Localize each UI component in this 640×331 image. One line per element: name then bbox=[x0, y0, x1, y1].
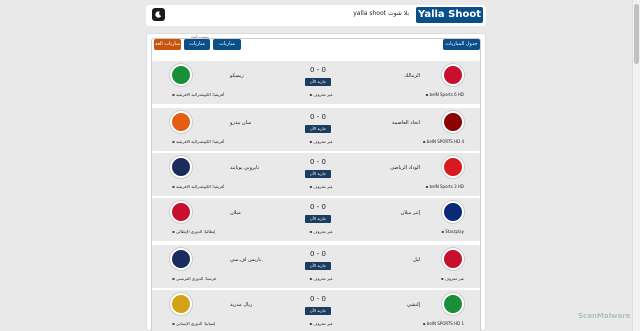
league-name: ▪ إيطاليا: الدوري الإيطالي bbox=[172, 229, 216, 234]
mic-icon: ▪ bbox=[309, 321, 313, 326]
trophy-icon: ▪ bbox=[172, 184, 175, 189]
scrollbar-thumb[interactable] bbox=[634, 4, 639, 64]
match-score: 0 - 0 bbox=[310, 66, 326, 74]
yesterday-matches-button[interactable]: مباريات الأمس bbox=[213, 39, 241, 58]
match-card[interactable]: زيسكو 0 - 0 جارية الآن الزمالك ▪ أفريقيا… bbox=[152, 61, 480, 104]
today-matches-button[interactable]: مباريات اليوم bbox=[184, 39, 210, 58]
league-name: ▪ أفريقيا: الكونفدرالية الافريقية bbox=[172, 139, 225, 144]
trophy-icon: ▪ bbox=[172, 276, 175, 281]
channel-name: ▪ beIN SPORTS HD 1 bbox=[422, 321, 464, 326]
match-status-badge: جارية الآن bbox=[305, 262, 331, 270]
league-name: ▪ أفريقيا: الكونفدرالية الافريقية bbox=[172, 184, 225, 189]
match-card[interactable]: ريال مدريد 0 - 0 جارية الآن إلتشي ▪ إسبا… bbox=[152, 290, 480, 331]
commentator-name: ▪ غير معروف bbox=[309, 92, 333, 97]
theme-toggle-button[interactable] bbox=[152, 8, 165, 21]
home-team-logo-icon bbox=[442, 201, 464, 223]
mic-icon: ▪ bbox=[309, 184, 313, 189]
match-card[interactable]: باريس اف.سي. 0 - 0 جارية الآن ليل ▪ فرنس… bbox=[152, 245, 480, 288]
channel-name: ▪ beIN Sports 6 HD bbox=[425, 92, 464, 97]
away-team-logo-icon bbox=[170, 248, 192, 270]
channel-name: ▪ غير معروف bbox=[440, 276, 464, 281]
match-card[interactable]: سان بيدرو 0 - 0 جارية الآن اتحاد العاصمة… bbox=[152, 108, 480, 151]
home-team-logo-icon bbox=[442, 111, 464, 133]
mic-icon: ▪ bbox=[309, 276, 313, 281]
commentator-name: ▪ غير معروف bbox=[309, 276, 333, 281]
mic-icon: ▪ bbox=[309, 229, 313, 234]
match-score: 0 - 0 bbox=[310, 295, 326, 303]
away-team-name: زيسكو bbox=[230, 73, 244, 79]
tv-icon: ▪ bbox=[425, 92, 429, 97]
trophy-icon: ▪ bbox=[172, 229, 175, 234]
channel-name: ▪ Starzplay bbox=[441, 229, 464, 234]
match-score: 0 - 0 bbox=[310, 203, 326, 211]
match-score: 0 - 0 bbox=[310, 158, 326, 166]
trophy-icon: ▪ bbox=[172, 139, 175, 144]
home-team-logo-icon bbox=[442, 156, 464, 178]
home-team-name: الوداد الرياضي bbox=[390, 165, 420, 171]
nav-link-yalla-shoot[interactable]: yalla shoot bbox=[353, 10, 386, 17]
tv-icon: ▪ bbox=[422, 139, 426, 144]
match-score: 0 - 0 bbox=[310, 250, 326, 258]
home-team-name: الزمالك bbox=[404, 73, 420, 79]
tv-icon: ▪ bbox=[441, 229, 444, 234]
nav-link-yala-shoot-ar[interactable]: بلا شوت bbox=[388, 10, 409, 17]
away-team-logo-icon bbox=[170, 111, 192, 133]
match-status-badge: جارية الآن bbox=[305, 78, 331, 86]
away-team-name: ميلان bbox=[230, 210, 241, 216]
away-team-name: نايروبي يونايتد bbox=[230, 165, 260, 171]
away-team-name: ريال مدريد bbox=[230, 302, 253, 308]
away-team-name: باريس اف.سي. bbox=[230, 257, 263, 263]
commentator-name: ▪ غير معروف bbox=[309, 184, 333, 189]
mic-icon: ▪ bbox=[309, 139, 313, 144]
away-team-logo-icon bbox=[170, 64, 192, 86]
match-card[interactable]: نايروبي يونايتد 0 - 0 جارية الآن الوداد … bbox=[152, 153, 480, 196]
away-team-logo-icon bbox=[170, 156, 192, 178]
commentator-name: ▪ غير معروف bbox=[309, 229, 333, 234]
away-team-logo-icon bbox=[170, 293, 192, 315]
mic-icon: ▪ bbox=[309, 92, 313, 97]
league-name: ▪ أفريقيا: الكونفدرالية الافريقية bbox=[172, 92, 225, 97]
channel-name: ▪ beIN SPORTS HD 4 bbox=[422, 139, 464, 144]
home-team-name: اتحاد العاصمة bbox=[391, 120, 420, 126]
match-score: 0 - 0 bbox=[310, 113, 326, 121]
home-team-logo-icon bbox=[442, 248, 464, 270]
tomorrow-matches-button[interactable]: مباريات الغد bbox=[154, 39, 181, 50]
home-team-logo-icon bbox=[442, 293, 464, 315]
tv-icon: ▪ bbox=[425, 184, 429, 189]
match-status-badge: جارية الآن bbox=[305, 125, 331, 133]
tv-icon: ▪ bbox=[440, 276, 444, 281]
trophy-icon: ▪ bbox=[172, 92, 175, 97]
match-status-badge: جارية الآن bbox=[305, 215, 331, 223]
home-team-name: إلتشي bbox=[406, 302, 420, 308]
tv-icon: ▪ bbox=[422, 321, 426, 326]
home-team-logo-icon bbox=[442, 64, 464, 86]
home-team-name: إنتر ميلان bbox=[400, 210, 420, 216]
league-name: ▪ إسبانيا: الدوري الإسباني bbox=[172, 321, 216, 326]
trophy-icon: ▪ bbox=[172, 321, 175, 326]
commentator-name: ▪ غير معروف bbox=[309, 139, 333, 144]
match-status-badge: جارية الآن bbox=[305, 170, 331, 178]
watermark: ScanMalware bbox=[578, 312, 631, 320]
moon-icon bbox=[155, 11, 162, 18]
match-card[interactable]: ميلان 0 - 0 جارية الآن إنتر ميلان ▪ إيطا… bbox=[152, 198, 480, 241]
away-team-logo-icon bbox=[170, 201, 192, 223]
site-header: yalla shoot بلا شوت Yalla Shoot bbox=[146, 5, 486, 26]
home-team-name: ليل bbox=[413, 257, 420, 263]
match-status-badge: جارية الآن bbox=[305, 307, 331, 315]
site-logo[interactable]: Yalla Shoot bbox=[416, 7, 483, 23]
match-schedule-button[interactable]: جدول المباريات bbox=[443, 39, 480, 50]
page-scrollbar[interactable] bbox=[632, 0, 640, 331]
commentator-name: ▪ غير معروف bbox=[309, 321, 333, 326]
channel-name: ▪ beIN Sports 3 HD bbox=[425, 184, 464, 189]
away-team-name: سان بيدرو bbox=[230, 120, 252, 126]
league-name: ▪ فرنسا: الدوري الفرنسي bbox=[172, 276, 216, 281]
